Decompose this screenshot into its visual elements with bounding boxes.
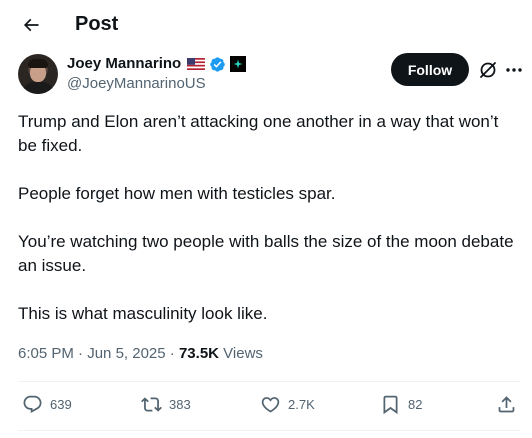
follow-button[interactable]: Follow <box>391 53 469 86</box>
reply-button[interactable]: 639 <box>22 394 72 415</box>
views-label: Views <box>223 345 263 362</box>
like-count: 2.7K <box>288 396 315 412</box>
repost-icon <box>141 397 162 412</box>
action-bar: 639 383 2.7K 82 <box>18 384 520 428</box>
meta-separator: · <box>78 345 84 362</box>
like-button[interactable]: 2.7K <box>260 394 315 415</box>
reply-icon <box>23 395 42 413</box>
grok-icon[interactable] <box>478 60 498 80</box>
avatar[interactable] <box>18 54 58 94</box>
tweet-time[interactable]: 6:05 PM <box>18 345 74 362</box>
tweet-paragraph: Trump and Elon aren’t attacking one anot… <box>18 112 499 155</box>
header: Post <box>0 0 532 50</box>
repost-count: 383 <box>169 396 191 412</box>
share-button[interactable] <box>496 394 517 415</box>
share-icon <box>498 396 515 413</box>
tweet-text: Trump and Elon aren’t attacking one anot… <box>18 110 518 350</box>
author-display-name[interactable]: Joey Mannarino <box>67 55 181 73</box>
tweet-metadata: 6:05 PM · Jun 5, 2025 · 73.5K Views <box>18 344 263 364</box>
reply-count: 639 <box>50 396 72 412</box>
author-name-row: Joey Mannarino <box>67 55 247 73</box>
tweet-paragraph: This is what masculinity look like. <box>18 304 268 323</box>
views-count: 73.5K <box>178 345 219 362</box>
arrow-left-icon <box>23 18 39 32</box>
back-button[interactable] <box>14 8 48 42</box>
tweet-paragraph: You’re watching two people with balls th… <box>18 232 514 275</box>
tweet-paragraph: People forget how men with testicles spa… <box>18 184 336 203</box>
divider <box>18 381 520 382</box>
more-options-icon[interactable] <box>504 60 524 80</box>
repost-button[interactable]: 383 <box>141 394 191 415</box>
author-handle[interactable]: @JoeyMannarinoUS <box>67 75 206 93</box>
affiliate-badge-icon[interactable] <box>230 56 247 72</box>
tweet-date[interactable]: Jun 5, 2025 <box>87 345 165 362</box>
bookmark-count: 82 <box>408 396 423 412</box>
bookmark-icon <box>383 395 398 415</box>
us-flag-icon <box>187 58 206 70</box>
bookmark-button[interactable]: 82 <box>380 394 422 415</box>
page-title: Post <box>75 13 119 35</box>
meta-separator: · <box>169 345 175 362</box>
heart-icon <box>261 397 280 413</box>
divider <box>18 430 520 431</box>
verified-badge-icon[interactable] <box>209 56 226 73</box>
